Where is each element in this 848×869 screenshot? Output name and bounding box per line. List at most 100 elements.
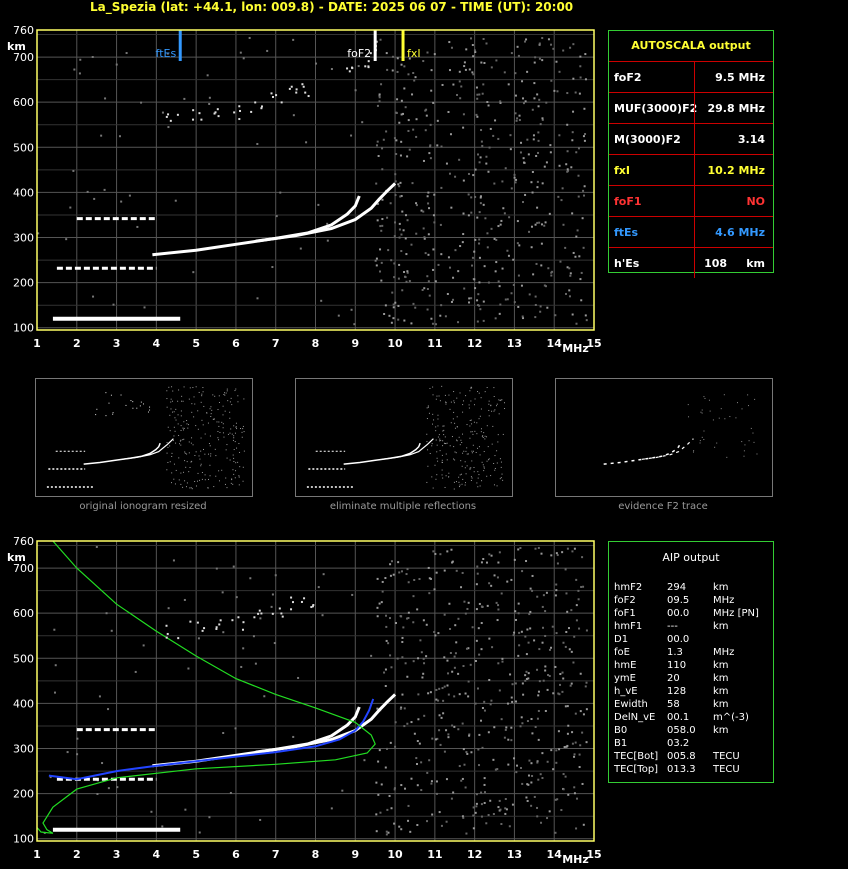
noise-dot [431, 737, 434, 740]
noise-dot [510, 696, 513, 699]
noise-dot [530, 781, 533, 784]
noise-dot [435, 780, 438, 783]
noise-dot [498, 689, 501, 692]
noise-dot [492, 813, 495, 816]
y-tick-label: 500 [13, 652, 34, 665]
noise-dot [453, 666, 456, 669]
noise-dot [377, 793, 380, 796]
noise-dot [273, 642, 276, 645]
noise-dot [578, 766, 581, 769]
noise-dot [500, 823, 503, 826]
noise-dot [565, 630, 568, 633]
noise-dot [474, 702, 477, 705]
noise-dot [541, 777, 544, 780]
noise-dot [438, 811, 441, 814]
noise-dot [483, 777, 486, 780]
noise-dot [550, 646, 553, 649]
trace-point [177, 637, 180, 640]
noise-dot [387, 831, 390, 834]
noise-dot [446, 684, 449, 687]
noise-dot [542, 679, 545, 682]
noise-dot [526, 799, 529, 802]
noise-dot [510, 578, 513, 581]
x-tick-label: 2 [73, 848, 81, 861]
trace-point [242, 621, 245, 624]
noise-dot [425, 655, 428, 658]
noise-dot [389, 654, 392, 657]
noise-dot [518, 644, 521, 647]
noise-dot [536, 717, 539, 720]
noise-dot [572, 661, 575, 664]
noise-dot [403, 707, 406, 710]
noise-dot [485, 822, 488, 825]
noise-dot [402, 626, 405, 629]
noise-dot [452, 791, 455, 794]
noise-dot [380, 601, 383, 604]
noise-dot [406, 568, 409, 571]
noise-dot [582, 585, 585, 588]
noise-dot [544, 669, 547, 672]
noise-dot [571, 731, 574, 734]
noise-dot [389, 741, 392, 744]
noise-dot [542, 594, 545, 597]
noise-dot [389, 574, 392, 577]
noise-dot [555, 632, 558, 635]
noise-dot [506, 580, 509, 583]
noise-dot [107, 708, 110, 711]
aip-unit: TECU [713, 751, 740, 762]
aip-value: 1.3 [667, 647, 683, 658]
noise-dot [480, 605, 483, 608]
noise-dot [420, 789, 423, 792]
noise-dot [76, 753, 79, 756]
noise-dot [406, 675, 409, 678]
noise-dot [561, 551, 564, 554]
trace-point [165, 636, 168, 639]
noise-dot [475, 802, 478, 805]
noise-dot [400, 828, 403, 831]
noise-dot [524, 679, 527, 682]
noise-dot [447, 736, 450, 739]
noise-dot [101, 762, 104, 765]
noise-dot [563, 746, 566, 749]
noise-dot [418, 578, 421, 581]
aip-value: 058.0 [667, 725, 696, 736]
noise-dot [384, 766, 387, 769]
noise-dot [482, 558, 485, 561]
noise-dot [569, 684, 572, 687]
noise-dot [519, 546, 522, 549]
noise-dot [363, 759, 366, 762]
noise-dot [330, 807, 333, 810]
trace-point [166, 632, 169, 635]
noise-dot [574, 741, 577, 744]
noise-dot [483, 801, 486, 804]
noise-dot [375, 781, 378, 784]
noise-dot [548, 675, 551, 678]
aip-unit: MHz [PN] [713, 608, 759, 619]
trace-point [219, 619, 222, 622]
noise-dot [271, 593, 274, 596]
noise-dot [274, 574, 277, 577]
noise-dot [389, 563, 392, 566]
noise-dot [495, 601, 498, 604]
noise-dot [558, 693, 561, 696]
noise-dot [497, 604, 500, 607]
noise-dot [172, 559, 175, 562]
noise-dot [376, 577, 379, 580]
noise-dot [474, 660, 477, 663]
noise-dot [536, 595, 539, 598]
noise-dot [576, 797, 579, 800]
trace-point [281, 615, 284, 618]
x-tick-label: 8 [312, 848, 320, 861]
aip-unit: m^(-3) [713, 712, 749, 723]
noise-dot [541, 641, 544, 644]
noise-dot [519, 725, 522, 728]
noise-dot [443, 750, 446, 753]
noise-dot [527, 783, 530, 786]
noise-dot [467, 695, 470, 698]
noise-dot [524, 674, 527, 677]
noise-dot [510, 739, 513, 742]
trace-point [165, 624, 168, 627]
noise-dot [388, 795, 391, 798]
noise-dot [430, 780, 433, 783]
y-tick-label: 200 [13, 788, 34, 801]
